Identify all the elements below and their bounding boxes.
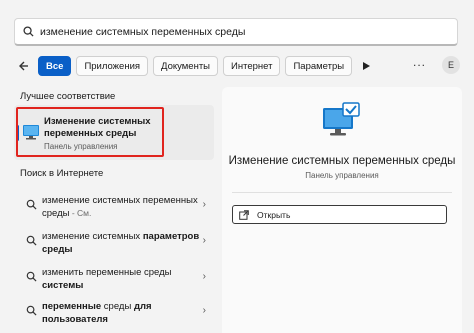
- more-options-icon[interactable]: ...: [413, 55, 426, 75]
- avatar[interactable]: E: [442, 56, 460, 74]
- detail-title: Изменение системных переменных среды: [228, 155, 456, 167]
- best-match-title: Изменение системных переменных среды: [44, 116, 151, 139]
- search-icon: [26, 305, 37, 316]
- web-result-text: изменение системных: [42, 231, 143, 242]
- web-result-bold: переменные: [42, 301, 102, 312]
- best-match-header: Лучшее соответствие: [20, 91, 116, 102]
- search-icon: [26, 199, 37, 210]
- tab-internet[interactable]: Интернет: [223, 56, 281, 76]
- play-icon[interactable]: [360, 60, 372, 72]
- web-result-text: среды: [101, 301, 134, 312]
- chevron-right-icon[interactable]: ›: [203, 271, 206, 282]
- chevron-right-icon[interactable]: ›: [203, 305, 206, 316]
- best-match-subtitle: Панель управления: [44, 142, 118, 151]
- system-environment-icon: [23, 125, 39, 140]
- web-result-2[interactable]: изменение системных параметров среды ›: [14, 227, 214, 263]
- tab-settings[interactable]: Параметры: [285, 56, 353, 76]
- web-result-1[interactable]: изменение системных переменных среды - С…: [14, 191, 214, 227]
- chevron-right-icon[interactable]: ›: [203, 199, 206, 210]
- detail-panel: Изменение системных переменных среды Пан…: [222, 87, 462, 333]
- search-icon: [23, 26, 34, 37]
- web-result-4[interactable]: переменные среды для пользователя ›: [14, 297, 214, 333]
- web-result-text: изменение системных переменных среды: [42, 195, 198, 219]
- filter-bar: Все Приложения Документы Интернет Параме…: [14, 55, 460, 77]
- search-query: изменение системных переменных среды: [40, 25, 246, 38]
- search-input[interactable]: изменение системных переменных среды: [14, 18, 458, 46]
- search-icon: [26, 235, 37, 246]
- search-icon: [26, 271, 37, 282]
- detail-subtitle: Панель управления: [305, 171, 379, 180]
- back-arrow-icon[interactable]: [14, 57, 32, 75]
- open-button[interactable]: Открыть: [232, 205, 447, 224]
- web-result-3[interactable]: изменить переменные среды системы ›: [14, 263, 214, 299]
- tab-apps[interactable]: Приложения: [76, 56, 149, 76]
- web-result-text: изменить переменные среды: [42, 267, 172, 278]
- open-button-label: Открыть: [257, 209, 291, 220]
- tab-documents[interactable]: Документы: [153, 56, 219, 76]
- open-external-icon: [239, 209, 249, 220]
- web-result-bold: системы: [42, 280, 84, 291]
- divider: [232, 192, 452, 193]
- system-environment-icon: [323, 102, 360, 136]
- tab-all[interactable]: Все: [38, 56, 72, 76]
- web-search-header: Поиск в Интернете: [20, 168, 104, 179]
- web-result-suffix: - См.: [69, 208, 92, 218]
- chevron-right-icon[interactable]: ›: [203, 235, 206, 246]
